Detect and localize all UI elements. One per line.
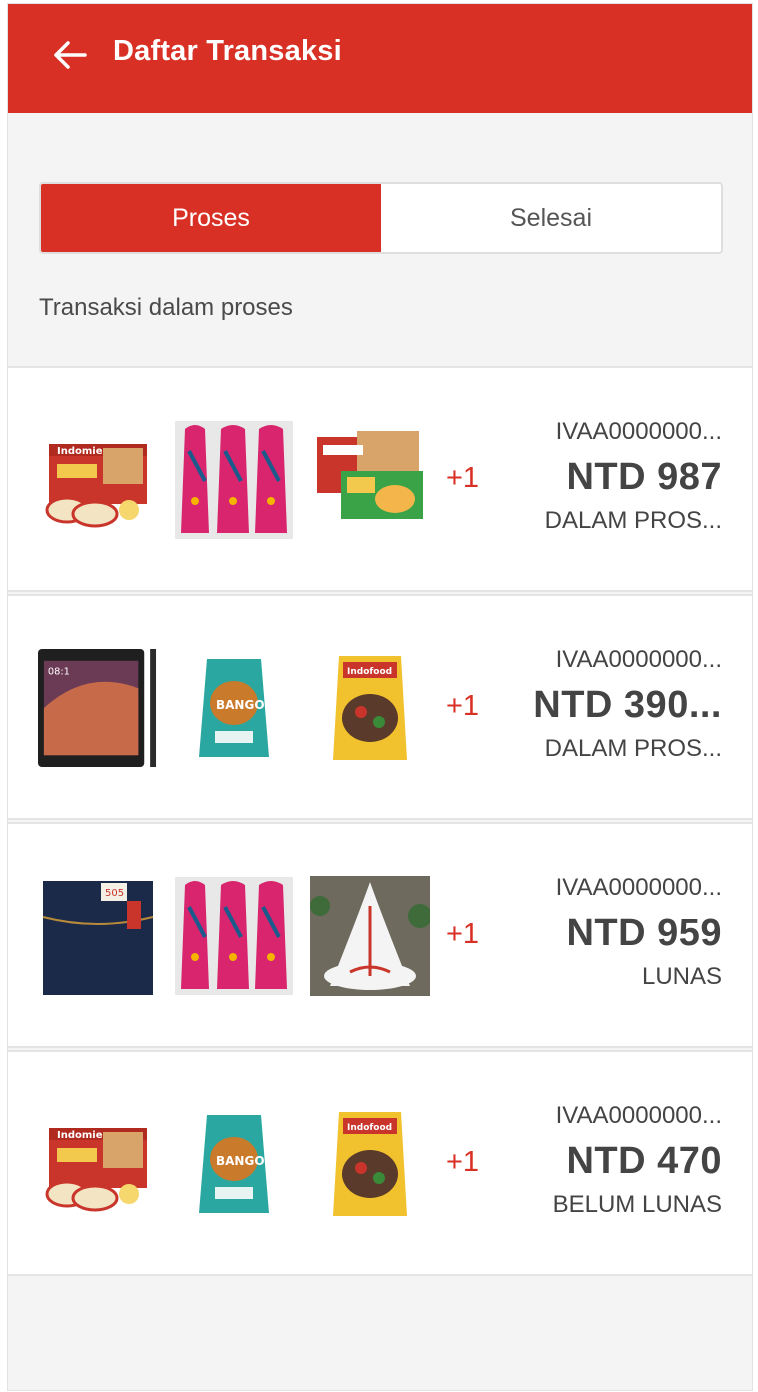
svg-text:Indomie: Indomie <box>57 1130 103 1141</box>
invoice-code: IVAA0000000... <box>555 1102 722 1129</box>
svg-text:08:1: 08:1 <box>48 667 70 678</box>
transaction-info: IVAA0000000... NTD 959 LUNAS <box>482 874 722 991</box>
back-arrow-icon[interactable] <box>52 40 88 70</box>
transaction-card[interactable]: Indomie +1 IVAA0000000... NTD 987 DALAM … <box>8 366 752 592</box>
transaction-status: DALAM PROS... <box>544 735 722 762</box>
transaction-info: IVAA0000000... NTD 470 BELUM LUNAS <box>482 1102 722 1219</box>
transaction-card[interactable]: Indomie BANGO Indofood +1 IVAA0000000...… <box>8 1050 752 1276</box>
product-thumbnail-indofood-sauce: Indofood <box>310 1104 430 1224</box>
more-items-count: +1 <box>446 918 480 950</box>
transaction-price: NTD 987 <box>566 456 722 498</box>
invoice-code: IVAA0000000... <box>555 646 722 673</box>
transaction-list: Indomie +1 IVAA0000000... NTD 987 DALAM … <box>8 366 752 1278</box>
section-label: Transaksi dalam proses <box>39 294 293 321</box>
more-items-count: +1 <box>446 1146 480 1178</box>
product-thumbnail-batik-dress <box>174 420 294 540</box>
svg-text:Indofood: Indofood <box>347 1123 392 1133</box>
product-thumbnail-smartphone: 08:1 <box>38 648 158 768</box>
product-thumbnail-batik-dress <box>174 876 294 996</box>
transaction-info: IVAA0000000... NTD 987 DALAM PROS... <box>482 418 722 535</box>
transaction-price: NTD 959 <box>566 912 722 954</box>
invoice-code: IVAA0000000... <box>555 874 722 901</box>
transaction-card[interactable]: 505 +1 IVAA0000000... NTD 959 LUNAS <box>8 822 752 1048</box>
product-thumbnail-indomie-goreng: Indomie <box>38 420 158 540</box>
svg-text:505: 505 <box>105 888 124 899</box>
product-thumbnail-indomie-goreng: Indomie <box>38 1104 158 1224</box>
svg-text:Indofood: Indofood <box>347 667 392 677</box>
transaction-price: NTD 390... <box>533 684 722 726</box>
product-thumbnail-white-gown <box>310 876 430 996</box>
invoice-code: IVAA0000000... <box>555 418 722 445</box>
tab-proses[interactable]: Proses <box>41 184 381 252</box>
product-thumbnail-bango-sauce: BANGO <box>174 1104 294 1224</box>
svg-text:BANGO: BANGO <box>216 1154 265 1168</box>
product-thumbnail-indofood-sauce: Indofood <box>310 648 430 768</box>
more-items-count: +1 <box>446 462 480 494</box>
status-tabs: Proses Selesai <box>39 182 723 254</box>
page-title: Daftar Transaksi <box>113 35 342 67</box>
app-header: Daftar Transaksi <box>8 4 752 113</box>
transaction-info: IVAA0000000... NTD 390... DALAM PROS... <box>482 646 722 763</box>
svg-text:Indomie: Indomie <box>57 446 103 457</box>
app-frame: Daftar Transaksi Proses Selesai Transaks… <box>7 3 753 1391</box>
transaction-price: NTD 470 <box>566 1140 722 1182</box>
transaction-status: BELUM LUNAS <box>552 1191 722 1218</box>
transaction-card[interactable]: 08:1 BANGO Indofood +1 IVAA0000000... NT… <box>8 594 752 820</box>
transaction-status: DALAM PROS... <box>544 507 722 534</box>
product-thumbnail-bango-sauce: BANGO <box>174 648 294 768</box>
tab-selesai[interactable]: Selesai <box>381 184 721 252</box>
svg-text:BANGO: BANGO <box>216 698 265 712</box>
transaction-status: LUNAS <box>641 963 722 990</box>
more-items-count: +1 <box>446 690 480 722</box>
product-thumbnail-indomie-soto <box>310 420 430 540</box>
product-thumbnail-jeans: 505 <box>38 876 158 996</box>
